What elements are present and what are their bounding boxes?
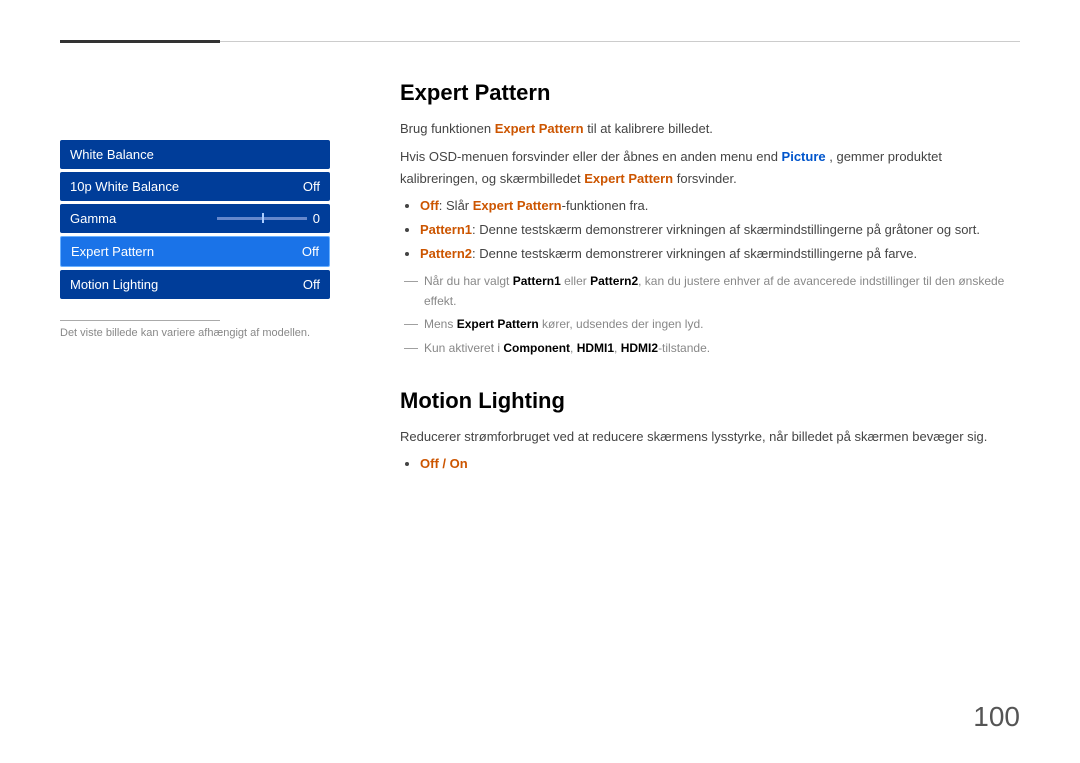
menu-item-10p-white-balance[interactable]: 10p White Balance Off	[60, 172, 330, 201]
motion-lighting-body: Reducerer strømforbruget ved at reducere…	[400, 426, 1020, 475]
bullet-pattern2: Pattern2: Denne testskærm demonstrerer v…	[420, 244, 1020, 265]
expert-pattern-bullets: Off: Slår Expert Pattern-funktionen fra.…	[420, 196, 1020, 264]
bullet-off-on: Off / On	[420, 454, 1020, 475]
menu-item-motion-lighting[interactable]: Motion Lighting Off	[60, 270, 330, 299]
section-motion-lighting: Motion Lighting Reducerer strømforbruget…	[400, 388, 1020, 475]
sidebar-menu: White Balance 10p White Balance Off Gamm…	[60, 140, 330, 302]
gamma-slider-bar	[217, 217, 307, 220]
expert-pattern-body: Brug funktionen Expert Pattern til at ka…	[400, 118, 1020, 358]
motion-lighting-value: Off	[303, 277, 320, 292]
motion-lighting-description: Reducerer strømforbruget ved at reducere…	[400, 426, 1020, 448]
footnote-text: Det viste billede kan variere afhængigt …	[60, 327, 330, 339]
main-content: Expert Pattern Brug funktionen Expert Pa…	[400, 80, 1020, 505]
dash-note-1: ― Når du har valgt Pattern1 eller Patter…	[404, 271, 1020, 312]
footnote-divider	[60, 320, 220, 321]
section-expert-pattern: Expert Pattern Brug funktionen Expert Pa…	[400, 80, 1020, 358]
expert-pattern-intro1: Brug funktionen Expert Pattern til at ka…	[400, 118, 1020, 140]
expert-pattern-title: Expert Pattern	[400, 80, 1020, 106]
gamma-label: Gamma	[70, 211, 116, 226]
sidebar-footnote: Det viste billede kan variere afhængigt …	[60, 320, 330, 339]
bullet-off: Off: Slår Expert Pattern-funktionen fra.	[420, 196, 1020, 217]
10p-white-balance-label: 10p White Balance	[70, 179, 179, 194]
gamma-value: 0	[313, 211, 320, 226]
expert-pattern-inline-highlight: Expert Pattern	[495, 121, 584, 136]
white-balance-label: White Balance	[70, 147, 154, 162]
dash-note-3: ― Kun aktiveret i Component, HDMI1, HDMI…	[404, 338, 1020, 358]
page-number: 100	[973, 701, 1020, 733]
expert-pattern-value: Off	[302, 244, 319, 259]
menu-item-expert-pattern[interactable]: Expert Pattern Off	[60, 236, 330, 267]
motion-lighting-title: Motion Lighting	[400, 388, 1020, 414]
10p-white-balance-value: Off	[303, 179, 320, 194]
expert-pattern-intro2: Hvis OSD-menuen forsvinder eller der åbn…	[400, 146, 1020, 190]
menu-item-gamma[interactable]: Gamma 0	[60, 204, 330, 233]
dash-note-2: ― Mens Expert Pattern kører, udsendes de…	[404, 314, 1020, 334]
bullet-pattern1: Pattern1: Denne testskærm demonstrerer v…	[420, 220, 1020, 241]
top-decorative-lines	[60, 40, 1020, 43]
expert-pattern-highlight2: Expert Pattern	[584, 171, 673, 186]
line-dark	[60, 40, 220, 43]
line-light	[220, 41, 1020, 42]
menu-item-white-balance[interactable]: White Balance	[60, 140, 330, 169]
expert-pattern-label: Expert Pattern	[71, 244, 154, 259]
gamma-slider: 0	[217, 211, 320, 226]
motion-lighting-bullets: Off / On	[420, 454, 1020, 475]
picture-highlight: Picture	[782, 149, 826, 164]
motion-lighting-label: Motion Lighting	[70, 277, 158, 292]
